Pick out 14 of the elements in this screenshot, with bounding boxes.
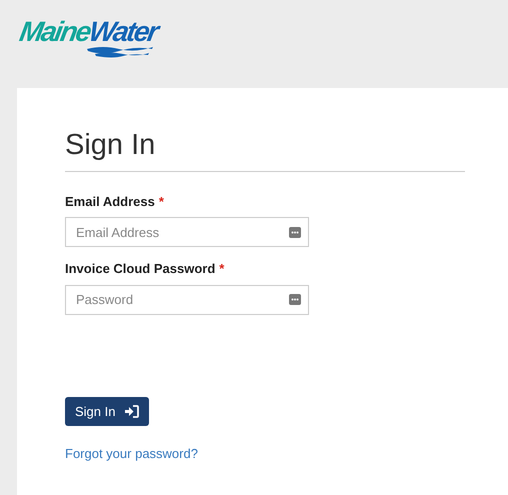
forgot-password-link[interactable]: Forgot your password? [65,444,198,464]
autofill-icon[interactable] [289,226,301,238]
waves-icon [85,44,155,58]
field-label: Invoice Cloud Password [65,261,216,276]
input-field[interactable]: Email Address [65,217,309,248]
logo-text: MaineWater [18,18,160,46]
field-label: Email Address [65,194,155,209]
autofill-icon[interactable] [289,294,301,306]
input-field[interactable]: Password [65,284,309,315]
required-mark: * [158,194,164,209]
page-title: Sign In [65,128,465,172]
required-mark: * [219,261,224,276]
sign-in-icon [125,405,140,418]
sign-in-button[interactable]: Sign In [65,396,150,426]
